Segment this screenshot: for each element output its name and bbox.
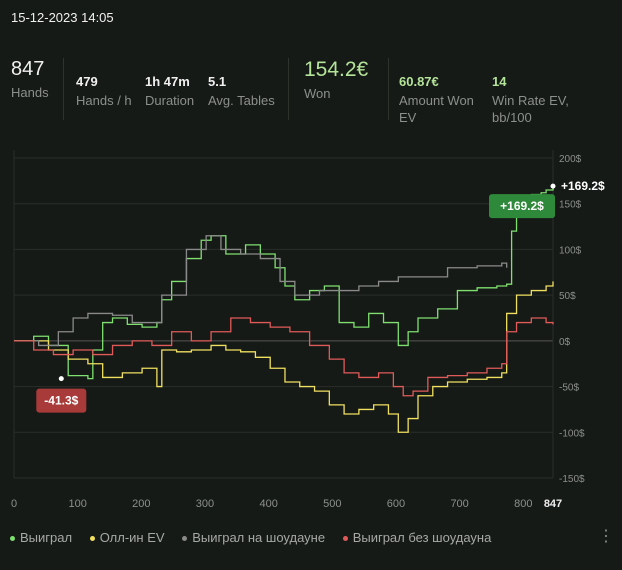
x-tick-label: 847 — [544, 498, 562, 510]
stat-won-label: Won — [304, 86, 331, 101]
stats-bar: 847 Hands 479 Hands / h 1h 47m Duration … — [0, 58, 622, 128]
chart-legend: Выиграл Олл-ин EV Выиграл на шоудауне Вы… — [10, 530, 505, 545]
min-badge-label: -41.3$ — [44, 394, 78, 408]
stat-divider — [63, 58, 64, 120]
legend-label: Выиграл — [20, 530, 73, 545]
stat-won-value: 154.2€ — [304, 58, 369, 81]
stat-duration-value: 1h 47m — [145, 74, 190, 89]
legend-item-showdown[interactable]: Выиграл на шоудауне — [182, 530, 325, 545]
legend-item-won[interactable]: Выиграл — [10, 530, 72, 545]
stat-hands-per-hour: 479 Hands / h — [76, 74, 132, 109]
x-tick-label: 0 — [11, 498, 17, 510]
x-tick-label: 800 — [514, 498, 532, 510]
stat-avg-tables-label: Avg. Tables — [208, 93, 275, 108]
stat-win-rate-ev-label: Win Rate EV, bb/100 — [492, 93, 569, 125]
stat-win-rate-ev-value: 14 — [492, 74, 507, 89]
stat-duration-label: Duration — [145, 93, 195, 108]
legend-dot-icon — [182, 536, 188, 542]
legend-item-allin-ev[interactable]: Олл-ин EV — [89, 530, 165, 545]
legend-dot-icon — [10, 536, 15, 542]
legend-dot-icon — [89, 536, 95, 542]
stat-win-rate-ev: 14 Win Rate EV, bb/100 — [492, 74, 582, 126]
stat-hands-value: 847 — [11, 58, 45, 80]
stat-hands-per-hour-label: Hands / h — [76, 93, 132, 108]
x-tick-label: 300 — [196, 498, 214, 510]
y-tick-label: -150$ — [559, 474, 585, 485]
legend-label: Выиграл без шоудауна — [352, 530, 492, 545]
x-tick-label: 500 — [323, 498, 341, 510]
series-line-0 — [14, 186, 554, 380]
profit-chart: 200$ 150$ 100$ 50$ 0$ -50$ -100$ -150$ 0 100 200 30… — [11, 150, 605, 510]
y-tick-label: 100$ — [559, 245, 582, 256]
y-tick-label: -100$ — [559, 428, 585, 439]
max-badge-label: +169.2$ — [500, 199, 544, 213]
x-tick-label: 700 — [450, 498, 468, 510]
stat-hands-per-hour-value: 479 — [76, 74, 98, 89]
series-line-1 — [14, 281, 554, 433]
stat-won: 154.2€ Won — [304, 58, 368, 102]
x-tick-label: 600 — [387, 498, 405, 510]
stat-avg-tables-value: 5.1 — [208, 74, 227, 89]
stat-amount-won-ev-label: Amount Won EV — [399, 93, 474, 125]
stat-hands: 847 Hands — [11, 58, 49, 101]
stat-amount-won-ev-value: 60.87€ — [399, 74, 439, 89]
y-tick-label: 0$ — [559, 337, 571, 348]
more-options-icon[interactable]: ⋮ — [598, 526, 614, 546]
series-line-3 — [14, 317, 554, 397]
end-value-label: +169.2$ — [561, 179, 605, 193]
y-tick-label: -50$ — [559, 383, 579, 394]
y-tick-label: 150$ — [559, 200, 582, 211]
annotation-point — [58, 376, 64, 382]
y-tick-label: 50$ — [559, 291, 576, 302]
stat-amount-won-ev: 60.87€ Amount Won EV — [399, 74, 485, 126]
x-tick-label: 200 — [132, 498, 150, 510]
x-tick-label: 400 — [259, 498, 277, 510]
stat-avg-tables: 5.1 Avg. Tables — [208, 74, 275, 109]
legend-item-nonshowdown[interactable]: Выиграл без шоудауна — [342, 530, 492, 545]
stat-hands-label: Hands — [11, 85, 49, 100]
legend-label: Олл-ин EV — [99, 530, 165, 545]
session-datetime: 15-12-2023 14:05 — [11, 10, 114, 25]
stat-divider — [288, 58, 289, 120]
stat-divider — [388, 58, 389, 120]
annotation-point — [550, 183, 556, 189]
x-tick-label: 100 — [68, 498, 86, 510]
legend-label: Выиграл на шоудауне — [192, 530, 326, 545]
y-tick-label: 200$ — [559, 154, 582, 165]
stat-duration: 1h 47m Duration — [145, 74, 194, 109]
legend-dot-icon — [342, 536, 348, 542]
